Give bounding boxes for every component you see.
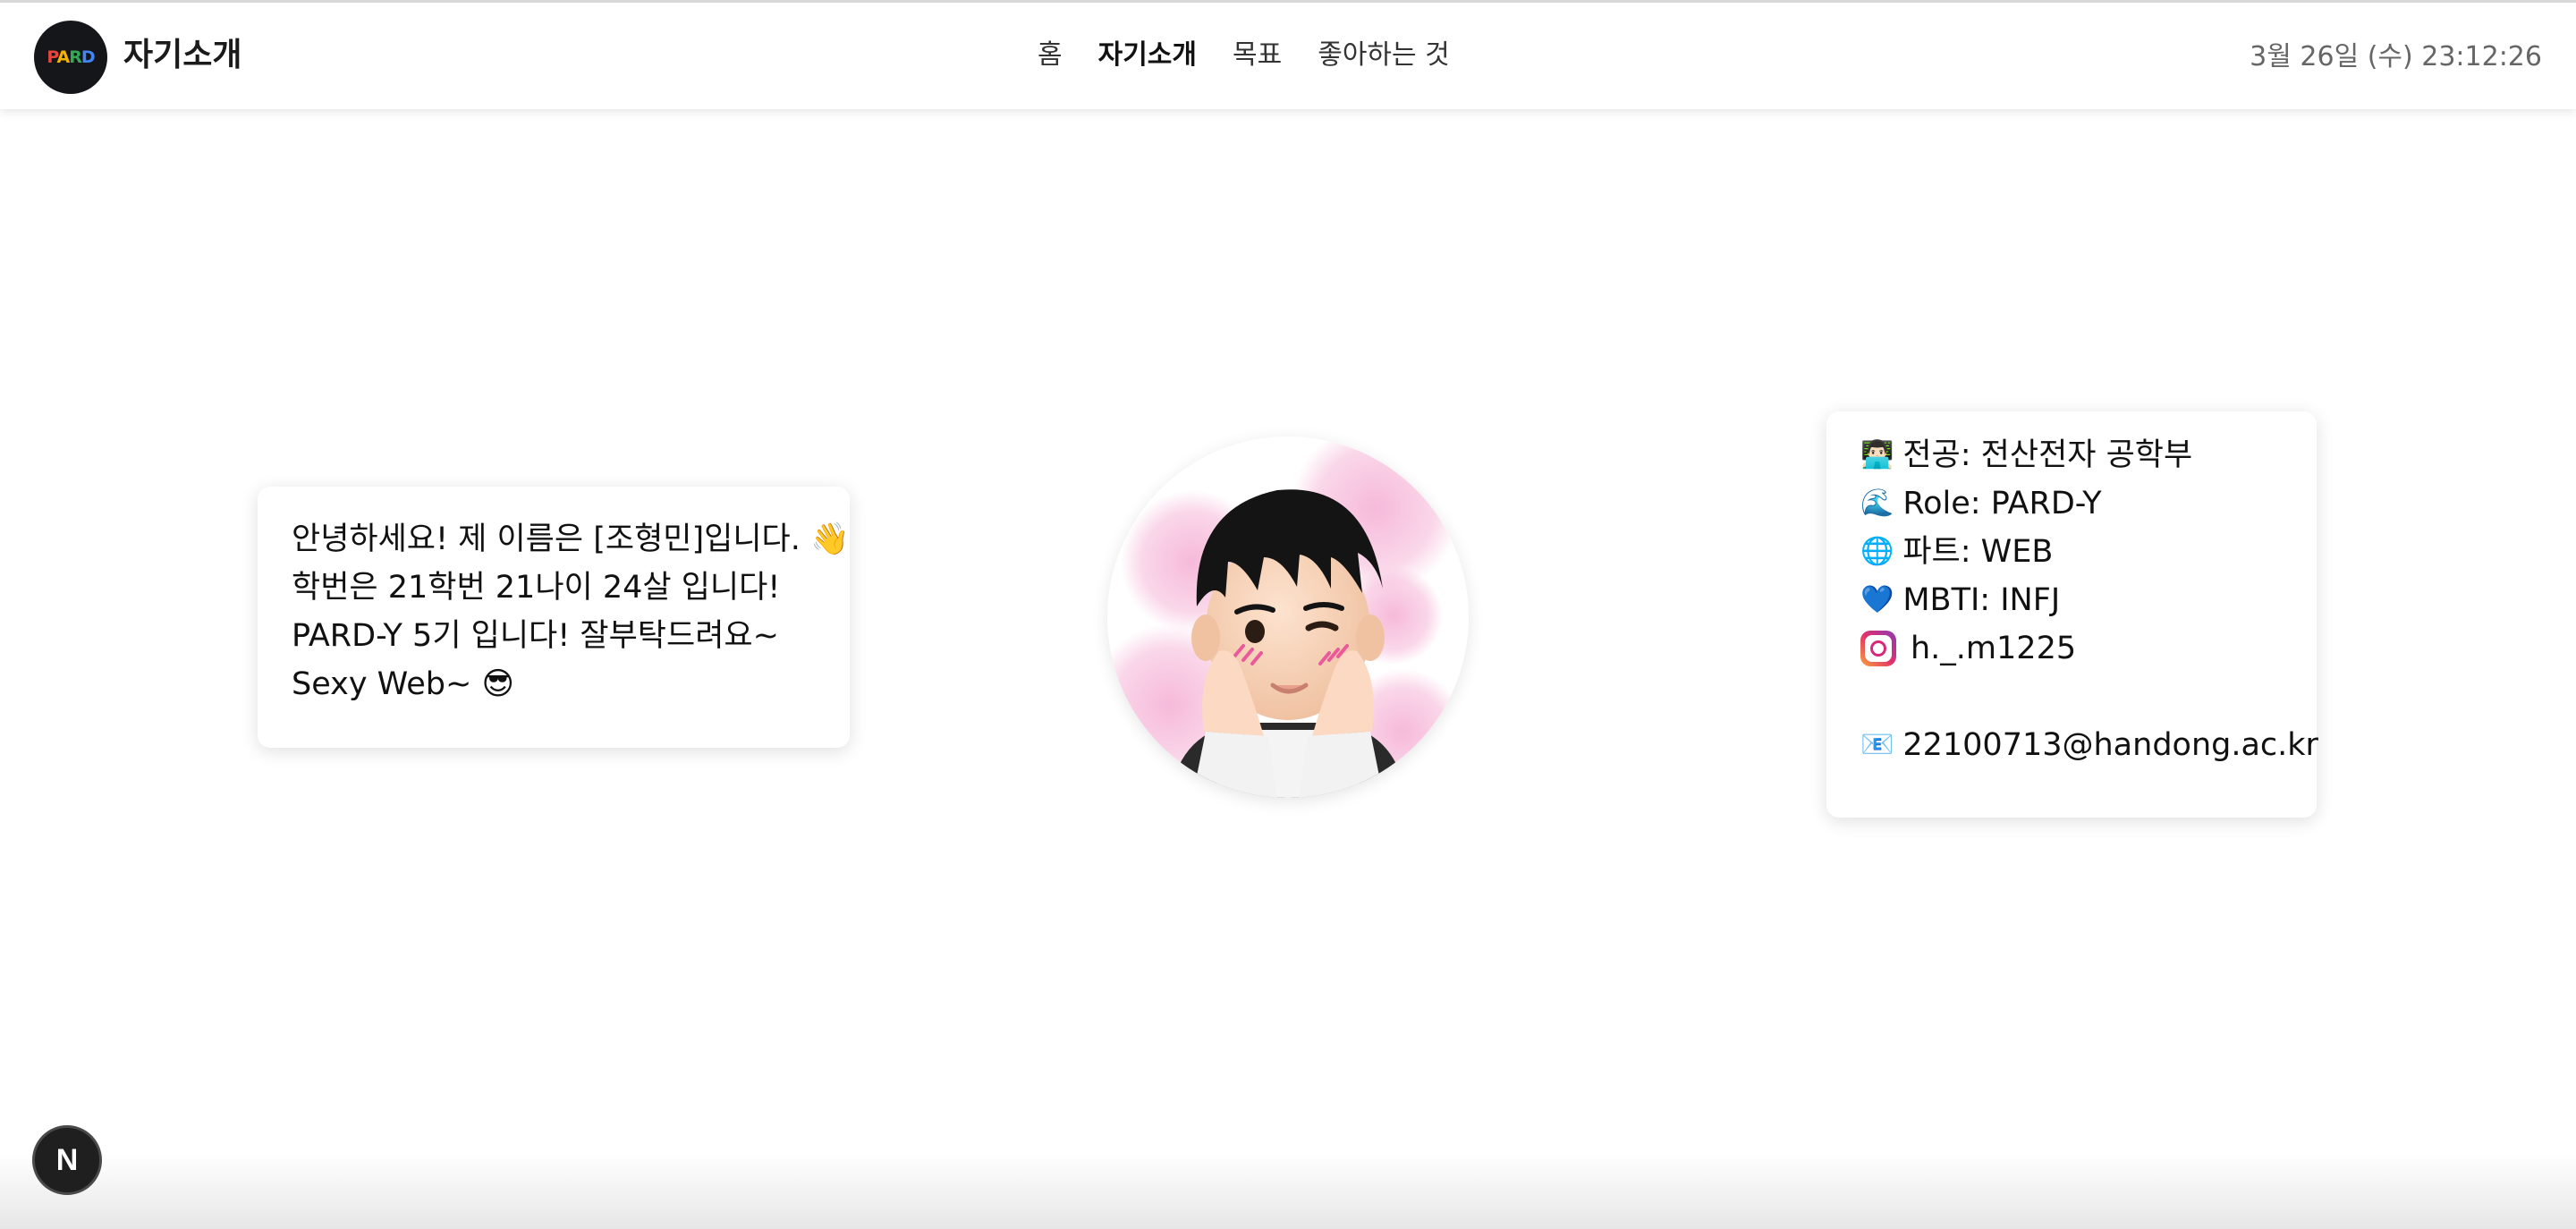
nav-item-goals[interactable]: 목표 xyxy=(1233,33,1282,78)
nav-item-home[interactable]: 홈 xyxy=(1038,33,1063,78)
bottom-fade xyxy=(0,1154,2576,1229)
top-header: PARD 자기소개 홈 자기소개 목표 좋아하는 것 3월 26일 (수) 23… xyxy=(0,0,2576,109)
nav-item-favorites[interactable]: 좋아하는 것 xyxy=(1318,33,1450,78)
email-row: 📧 22100713@handong.ac.kr xyxy=(1860,721,2318,769)
pard-logo[interactable]: PARD xyxy=(34,21,107,94)
instagram-handle[interactable]: h._.m1225 xyxy=(1911,624,2076,673)
intro-line-generation: PARD-Y 5기 입니다! 잘부탁드려요~ xyxy=(292,618,779,654)
intro-line-name: 안녕하세요! 제 이름은 [조형민]입니다. 👋 xyxy=(292,521,850,557)
nextjs-n-icon: N xyxy=(55,1142,79,1177)
role-row: 🌊 Role: PARD-Y xyxy=(1860,479,2283,528)
role-text: Role: PARD-Y xyxy=(1902,486,2102,521)
profile-avatar xyxy=(1107,437,1469,798)
nav-item-introduction[interactable]: 자기소개 xyxy=(1098,33,1197,78)
mbti-row: 💙 MBTI: INFJ xyxy=(1860,576,2283,624)
logo-text: PARD xyxy=(47,47,95,67)
major-text: 전공: 전산전자 공학부 xyxy=(1902,437,2193,473)
mbti-text: MBTI: INFJ xyxy=(1902,582,2061,618)
email-icon: 📧 xyxy=(1860,729,1894,760)
part-text: 파트: WEB xyxy=(1902,534,2054,570)
blue-heart-icon: 💙 xyxy=(1860,584,1894,615)
email-text[interactable]: 22100713@handong.ac.kr xyxy=(1902,721,2318,769)
profile-info-card: 👨🏻‍💻 전공: 전산전자 공학부 🌊 Role: PARD-Y 🌐 파트: W… xyxy=(1826,411,2318,818)
memoji-avatar-icon xyxy=(1107,437,1469,798)
page-title: 자기소개 xyxy=(123,37,242,73)
major-row: 👨🏻‍💻 전공: 전산전자 공학부 xyxy=(1860,431,2283,479)
main-nav: 홈 자기소개 목표 좋아하는 것 xyxy=(1038,33,1450,78)
globe-icon: 🌐 xyxy=(1860,536,1894,567)
wave-icon: 🌊 xyxy=(1860,487,1894,519)
intro-line-student-id: 학번은 21학번 21나이 24살 입니다! xyxy=(292,570,781,606)
instagram-icon[interactable] xyxy=(1860,631,1896,666)
nextjs-dev-badge[interactable]: N xyxy=(32,1125,102,1195)
part-row: 🌐 파트: WEB xyxy=(1860,528,2283,576)
current-datetime: 3월 26일 (수) 23:12:26 xyxy=(2250,41,2542,72)
intro-line-slogan: Sexy Web~ 😎 xyxy=(292,666,514,702)
intro-card: 안녕하세요! 제 이름은 [조형민]입니다. 👋 학번은 21학번 21나이 2… xyxy=(258,487,850,748)
technologist-icon: 👨🏻‍💻 xyxy=(1860,439,1894,470)
instagram-row[interactable]: h._.m1225 xyxy=(1860,624,2283,673)
